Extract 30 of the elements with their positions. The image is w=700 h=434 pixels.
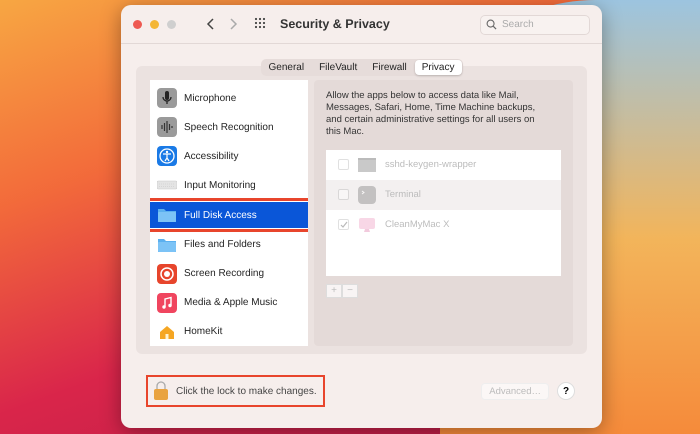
category-item[interactable]: Speech Recognition <box>150 112 308 142</box>
category-item[interactable]: Media & Apple Music <box>150 288 308 318</box>
music-note-icon <box>157 292 177 313</box>
description-text: Allow the apps below to access data like Mail, Messages, Safari, Home, Time Machine backups, and certain administrative settings for all users on this Mac. <box>326 90 536 138</box>
waveform-icon <box>157 117 177 138</box>
category-item[interactable]: Screen Recording <box>150 259 308 288</box>
help-button[interactable]: ? <box>557 382 575 400</box>
category-item[interactable]: Input Monitoring <box>150 170 308 200</box>
lock-icon[interactable] <box>153 381 169 401</box>
window-title: Security & Privacy <box>280 17 391 31</box>
tab[interactable]: Privacy <box>414 60 462 75</box>
tab[interactable]: FileVault <box>312 60 364 75</box>
close-button[interactable] <box>133 20 142 28</box>
category-item[interactable]: Microphone <box>150 84 308 113</box>
minimize-button[interactable] <box>150 20 159 28</box>
grid-icon[interactable] <box>254 17 268 31</box>
tab[interactable]: Firewall <box>365 60 414 75</box>
zoom-button[interactable] <box>167 20 176 28</box>
lock-message: Click the lock to make changes. <box>176 386 317 396</box>
category-item[interactable]: HomeKit <box>150 317 308 346</box>
category-item[interactable]: Files and Folders <box>150 230 308 260</box>
microphone-icon <box>157 88 177 108</box>
search-icon <box>486 18 497 30</box>
category-item[interactable]: Accessibility <box>150 142 308 171</box>
search-field[interactable]: Search <box>480 14 590 34</box>
record-icon <box>157 264 177 284</box>
tab[interactable]: General <box>262 60 312 75</box>
accessibility-icon <box>157 146 177 166</box>
terminal-icon <box>357 184 377 204</box>
category-item[interactable]: Full Disk Access <box>150 202 308 228</box>
